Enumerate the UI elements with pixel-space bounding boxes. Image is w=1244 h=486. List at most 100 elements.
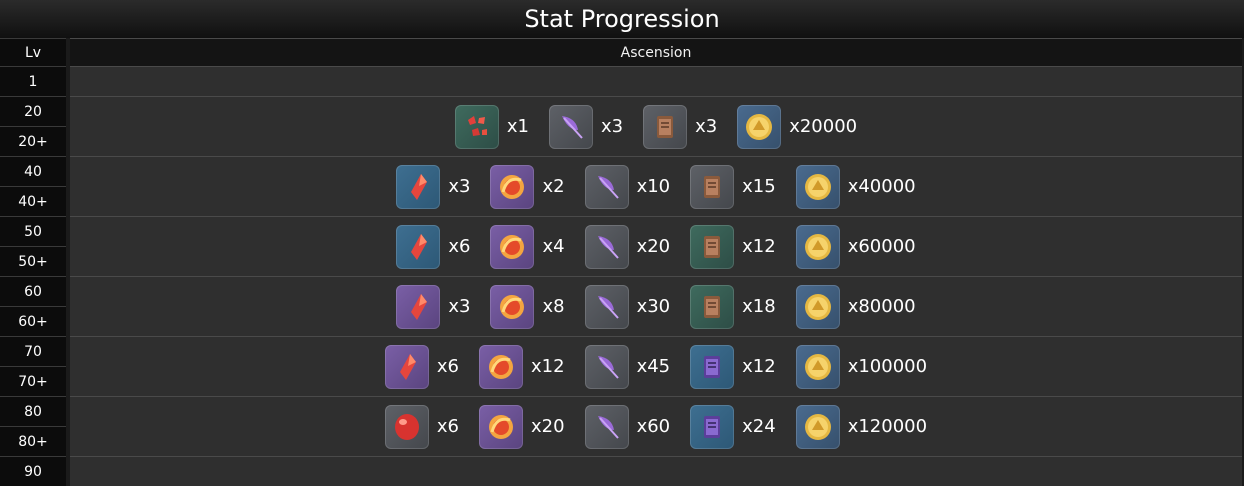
brown-scroll-icon	[690, 164, 735, 209]
material-item[interactable]: x20	[479, 404, 565, 449]
level-cell: 40+	[0, 186, 66, 216]
material-quantity: x20	[636, 236, 671, 257]
purple-feather-icon	[584, 344, 629, 389]
material-quantity: x6	[436, 356, 460, 377]
material-item[interactable]: x2	[490, 164, 565, 209]
red-crystal-icon	[396, 284, 441, 329]
material-quantity: x30	[636, 296, 671, 317]
material-item[interactable]: x3	[396, 284, 471, 329]
brown-scroll-icon	[643, 104, 688, 149]
material-quantity: x3	[448, 296, 471, 317]
ascension-row: x3 x2 x10 x15 x40000	[70, 156, 1242, 216]
material-item[interactable]: x3	[548, 104, 623, 149]
level-cell: 50	[0, 216, 66, 246]
material-item[interactable]: x6	[384, 344, 460, 389]
flame-orb-icon	[490, 164, 535, 209]
material-item[interactable]: x120000	[795, 404, 927, 449]
material-list	[70, 67, 1242, 96]
red-crystal-icon	[396, 224, 441, 269]
material-quantity: x10	[636, 176, 671, 197]
level-cell: 40	[0, 156, 66, 186]
material-item[interactable]: x60000	[795, 224, 916, 269]
level-cell: 90	[0, 456, 66, 486]
material-quantity: x15	[742, 176, 776, 197]
material-quantity: x45	[636, 356, 671, 377]
material-quantity: x40000	[847, 176, 916, 197]
material-quantity: x18	[742, 296, 776, 317]
purple-feather-icon	[584, 284, 629, 329]
material-item[interactable]: x45	[584, 344, 671, 389]
gold-coin-icon	[795, 284, 840, 329]
material-quantity: x20	[531, 416, 565, 437]
material-item[interactable]: x12	[690, 224, 776, 269]
material-item[interactable]: x15	[690, 164, 776, 209]
material-item[interactable]: x12	[690, 344, 776, 389]
material-item[interactable]: x24	[690, 404, 776, 449]
material-quantity: x3	[695, 116, 718, 137]
level-cell: 1	[0, 66, 66, 96]
gold-coin-icon	[737, 104, 782, 149]
material-quantity: x80000	[847, 296, 916, 317]
material-item[interactable]: x60	[584, 404, 671, 449]
purple-feather-icon	[584, 224, 629, 269]
ascension-row	[70, 66, 1242, 96]
material-quantity: x2	[542, 176, 565, 197]
purple-feather-icon	[548, 104, 593, 149]
brown-scroll-icon	[690, 284, 735, 329]
material-item[interactable]: x3	[396, 164, 470, 209]
lv-header: Lv	[0, 38, 66, 66]
material-quantity: x6	[448, 236, 471, 257]
ascension-row: x1 x3 x3 x20000	[70, 96, 1242, 156]
material-item[interactable]: x100000	[795, 344, 928, 389]
ascension-row: x6 x20 x60 x24 x120000	[70, 396, 1242, 456]
material-quantity: x20000	[789, 116, 858, 137]
material-item[interactable]: x4	[490, 224, 565, 269]
level-cell: 80	[0, 396, 66, 426]
material-list: x3 x8 x30 x18 x80000	[70, 277, 1242, 336]
material-list: x3 x2 x10 x15 x40000	[70, 157, 1242, 216]
material-list: x1 x3 x3 x20000	[70, 97, 1242, 156]
flame-orb-icon	[490, 284, 535, 329]
ascension-row: x6 x12 x45 x12 x100000	[70, 336, 1242, 396]
gold-coin-icon	[795, 404, 840, 449]
level-cell: 50+	[0, 246, 66, 276]
ascension-row: x3 x8 x30 x18 x80000	[70, 276, 1242, 336]
gold-coin-icon	[795, 224, 840, 269]
purple-scroll-icon	[690, 344, 735, 389]
material-quantity: x100000	[847, 356, 928, 377]
ascension-header: Ascension	[70, 38, 1242, 66]
material-item[interactable]: x12	[479, 344, 565, 389]
brown-scroll-icon	[690, 224, 735, 269]
level-cell: 20	[0, 96, 66, 126]
material-item[interactable]: x20	[584, 224, 671, 269]
material-item[interactable]: x6	[396, 224, 471, 269]
material-quantity: x60	[636, 416, 671, 437]
level-cell: 70+	[0, 366, 66, 396]
material-item[interactable]: x3	[643, 104, 718, 149]
material-item[interactable]: x30	[584, 284, 671, 329]
ascension-row	[70, 456, 1242, 486]
material-item[interactable]: x80000	[795, 284, 916, 329]
material-quantity: x24	[742, 416, 776, 437]
material-list	[70, 457, 1242, 486]
material-item[interactable]: x18	[690, 284, 776, 329]
ascension-row: x6 x4 x20 x12 x60000	[70, 216, 1242, 276]
material-item[interactable]: x20000	[737, 104, 858, 149]
red-gem-shards-icon	[454, 104, 499, 149]
page-title: Stat Progression	[0, 0, 1244, 38]
material-item[interactable]: x8	[490, 284, 565, 329]
material-quantity: x60000	[847, 236, 916, 257]
purple-feather-icon	[584, 164, 629, 209]
material-item[interactable]: x6	[384, 404, 459, 449]
gold-coin-icon	[795, 344, 840, 389]
level-cell: 70	[0, 336, 66, 366]
red-gem-round-icon	[384, 404, 429, 449]
material-item[interactable]: x10	[584, 164, 671, 209]
level-cell: 60	[0, 276, 66, 306]
material-item[interactable]: x40000	[795, 164, 916, 209]
flame-orb-icon	[479, 344, 524, 389]
material-quantity: x8	[542, 296, 565, 317]
material-quantity: x12	[531, 356, 565, 377]
flame-orb-icon	[490, 224, 535, 269]
material-item[interactable]: x1	[454, 104, 529, 149]
